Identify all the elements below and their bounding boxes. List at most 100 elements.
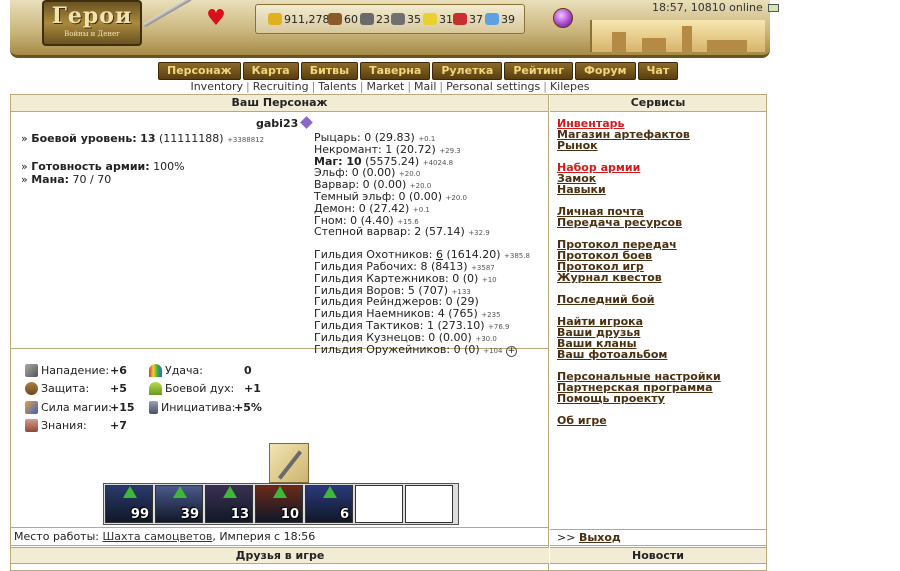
resource-gems[interactable]: 39 <box>485 12 515 26</box>
resource-wood[interactable]: 60 <box>328 12 358 26</box>
rainbow-icon <box>149 364 162 377</box>
nav-tab-1[interactable]: Карта <box>242 62 299 80</box>
army-ready-line: » Готовность армии: 100% <box>21 160 185 173</box>
heart-icon[interactable]: ♥ <box>203 6 229 32</box>
left-column: Ваш Персонаж gabi23 » Боевой уровень: 13… <box>11 95 549 570</box>
game-logo[interactable]: Герои Войны и Денег <box>42 0 142 46</box>
knowledge-label: Знания: <box>41 419 87 432</box>
left-stats: » Боевой уровень: 13 (11111188) +3388812… <box>21 132 311 186</box>
service-link[interactable]: Об игре <box>557 415 766 426</box>
service-link[interactable]: Рынок <box>557 140 766 151</box>
service-link[interactable]: Передача ресурсов <box>557 217 766 228</box>
nickname[interactable]: gabi23 <box>256 116 314 130</box>
wood-icon <box>328 13 342 25</box>
resource-value: 60 <box>344 12 358 26</box>
level-label: Боевой уровень: <box>31 132 137 145</box>
army-slot-3[interactable]: 13 <box>205 485 253 523</box>
army-slot-7[interactable] <box>405 485 453 523</box>
unit-count: 99 <box>130 507 149 522</box>
army-slot-5[interactable]: 6 <box>305 485 353 523</box>
game-header: Герои Войны и Денег ♥ 911,278 60 23 35 31 37 3… <box>0 0 790 96</box>
resource-value: 31 <box>439 12 453 26</box>
luck-row: Удача: 0 <box>149 364 252 377</box>
subnav-link-5[interactable]: Personal settings <box>446 80 540 93</box>
main-nav: Персонаж Карта Битвы Таверна Рулетка Рейтинг Ф… <box>158 62 679 80</box>
attack-value: +6 <box>110 364 127 377</box>
spellpower-value: +15 <box>110 401 135 414</box>
exit-link[interactable]: Выход <box>579 531 621 544</box>
nav-tab-2[interactable]: Битвы <box>300 62 359 80</box>
mail-icon[interactable] <box>768 4 780 12</box>
gold-icon <box>268 13 282 25</box>
defense-value: +5 <box>110 382 127 395</box>
nav-tab-5[interactable]: Рейтинг <box>504 62 574 80</box>
nav-tab-0[interactable]: Персонаж <box>158 62 241 80</box>
spellpower-label: Сила магии: <box>41 401 112 414</box>
level-line: » Боевой уровень: 13 (11111188) +3388812 <box>21 132 265 145</box>
guild-delta: +30.0 <box>475 334 497 343</box>
initiative-value: +5% <box>234 401 262 414</box>
resource-value: 35 <box>407 12 421 26</box>
service-link[interactable]: Ваш фотоальбом <box>557 349 766 360</box>
resource-sulfur[interactable]: 31 <box>423 12 453 26</box>
resource-mercury[interactable]: 35 <box>391 12 421 26</box>
upgrade-arrow-icon <box>323 486 337 498</box>
nav-tab-4[interactable]: Рулетка <box>432 62 503 80</box>
upgrade-arrow-icon <box>273 486 287 498</box>
unit-count: 10 <box>280 507 299 522</box>
army-slot-6[interactable] <box>355 485 403 523</box>
service-link[interactable]: Журнал квестов <box>557 272 766 283</box>
service-link[interactable]: Навыки <box>557 184 766 195</box>
service-link[interactable]: Последний бой <box>557 294 766 305</box>
resource-gold[interactable]: 911,278 <box>268 12 330 26</box>
unit-count: 13 <box>230 507 249 522</box>
nav-separator: | <box>543 80 547 93</box>
work-suffix: , Империя с 18:56 <box>212 530 316 543</box>
attack-label: Нападение: <box>41 364 110 377</box>
subnav-link-4[interactable]: Mail <box>414 80 436 93</box>
faction-label: Степной варвар: 2 (57.14) <box>314 225 465 239</box>
subnav-link-3[interactable]: Market <box>367 80 405 93</box>
service-link[interactable]: Помощь проекту <box>557 393 766 404</box>
castle-illustration <box>590 20 765 52</box>
nickname-text: gabi23 <box>256 117 299 130</box>
weapon-staff-icon[interactable] <box>269 443 309 483</box>
shield-icon <box>25 382 38 395</box>
resource-ore[interactable]: 23 <box>360 12 390 26</box>
nav-tab-7[interactable]: Чат <box>637 62 679 80</box>
guild-delta: +3587 <box>471 263 495 272</box>
level-value: 13 <box>140 132 156 145</box>
news-header: Новости <box>550 547 766 564</box>
unit-count: 6 <box>339 507 349 522</box>
resource-crystal[interactable]: 37 <box>453 12 483 26</box>
upgrade-arrow-icon <box>123 486 137 498</box>
army-slot-4[interactable]: 10 <box>255 485 303 523</box>
mercury-icon <box>391 13 405 25</box>
subnav-link-1[interactable]: Recruiting <box>253 80 309 93</box>
army-ready-label: Готовность армии: <box>31 160 150 173</box>
nav-tab-3[interactable]: Таверна <box>360 62 431 80</box>
nav-separator: | <box>311 80 316 93</box>
mana-line: » Мана: 70 / 70 <box>21 173 112 186</box>
unit-count: 39 <box>180 507 199 522</box>
subnav-link-2[interactable]: Talents <box>318 80 356 93</box>
crystal-icon <box>453 13 467 25</box>
guild-delta: +133 <box>451 287 471 296</box>
guild-delta: +385.8 <box>504 252 530 261</box>
morale-label: Боевой дух: <box>165 382 235 395</box>
subnav-link-0[interactable]: Inventory <box>190 80 243 93</box>
army-slot-2[interactable]: 39 <box>155 485 203 523</box>
subnav-link-6[interactable]: Kilepes <box>550 80 590 93</box>
mana-orb-icon[interactable] <box>553 8 573 28</box>
ore-icon <box>360 13 374 25</box>
services-list: Инвентарь Магазин артефактов Рынок Набор ар… <box>550 112 766 426</box>
work-prefix: Место работы: <box>14 530 103 543</box>
work-place-link[interactable]: Шахта самоцветов <box>102 530 212 543</box>
faction-delta: +4024.8 <box>422 158 454 167</box>
faction-delta: +20.0 <box>445 193 467 202</box>
nav-tab-6[interactable]: Форум <box>575 62 636 80</box>
hourglass-icon <box>149 401 158 414</box>
sword-icon <box>25 364 38 377</box>
upgrade-arrow-icon <box>223 486 237 498</box>
army-slot-1[interactable]: 99 <box>105 485 153 523</box>
